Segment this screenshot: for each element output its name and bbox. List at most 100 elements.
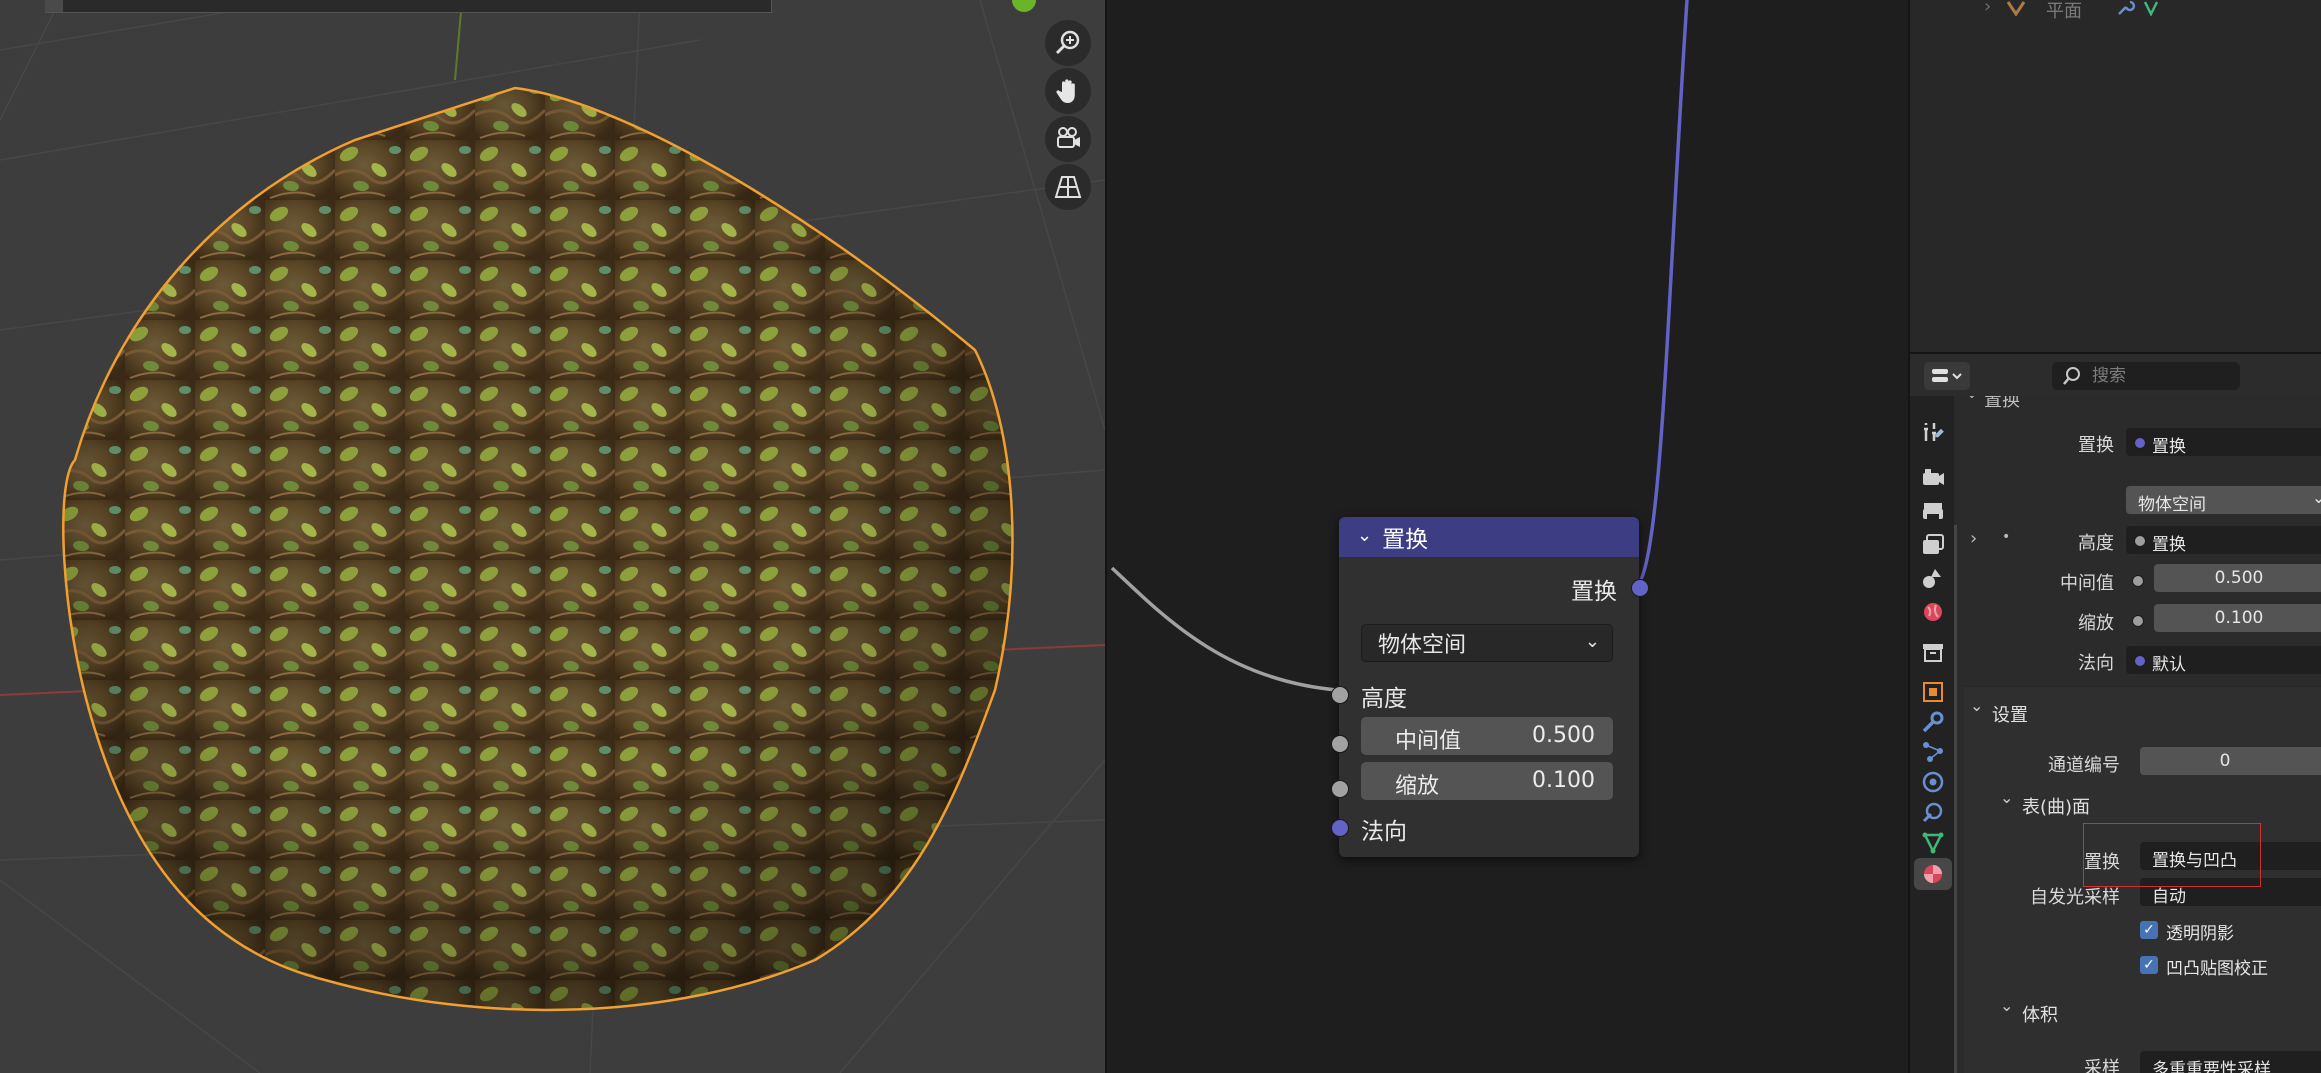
properties-search-input[interactable]: 搜索 xyxy=(2052,362,2240,390)
chevron-down-icon: ⌄ xyxy=(1584,631,1600,652)
pass-index-value: 0 xyxy=(2219,751,2231,771)
tab-object[interactable] xyxy=(1917,676,1949,708)
tab-scene[interactable] xyxy=(1917,562,1949,594)
chevron-down-icon: ⌄ xyxy=(2312,488,2321,507)
object-icon xyxy=(1923,682,1943,702)
properties-scrollbar[interactable] xyxy=(1954,525,1957,1073)
midlevel-value: 0.500 xyxy=(1532,723,1595,748)
midlevel-field[interactable]: 0.500 xyxy=(2154,564,2321,592)
vertex-group-icon[interactable] xyxy=(2142,0,2160,16)
height-link-field[interactable]: 置换 xyxy=(2126,526,2321,555)
tab-view-layer[interactable] xyxy=(1917,529,1949,561)
zoom-button[interactable] xyxy=(1045,20,1091,66)
pass-index-field[interactable]: 0 xyxy=(2140,747,2321,775)
3d-viewport[interactable] xyxy=(0,0,1105,1073)
tab-collection[interactable] xyxy=(1917,636,1949,668)
tab-output[interactable] xyxy=(1917,496,1949,528)
input-midlevel-socket[interactable] xyxy=(1331,735,1349,753)
volume-sampling-value: 多重重要性采样 xyxy=(2152,1060,2271,1073)
tab-material[interactable] xyxy=(1914,858,1952,890)
tab-world[interactable] xyxy=(1917,596,1949,628)
output-displacement-socket[interactable] xyxy=(1631,579,1649,597)
height-input-link xyxy=(1110,566,1338,692)
volume-sampling-select[interactable]: 多重重要性采样 xyxy=(2140,1051,2321,1073)
collapse-chevron-icon[interactable]: ⌄ xyxy=(2000,996,2013,1015)
normal-link-value: 默认 xyxy=(2152,655,2186,675)
pan-button[interactable] xyxy=(1045,68,1091,114)
output-displacement-label: 置换 xyxy=(1571,579,1617,605)
scale-field[interactable]: 缩放 0.100 xyxy=(1361,762,1613,800)
search-placeholder: 搜索 xyxy=(2092,366,2126,386)
displacement-link-field[interactable]: 置换 xyxy=(2126,428,2321,457)
output-printer-icon xyxy=(1923,503,1943,521)
world-icon xyxy=(1924,603,1942,621)
node-title: 置换 xyxy=(1382,527,1429,553)
tab-physics[interactable] xyxy=(1917,766,1949,798)
viewport-header-tab[interactable] xyxy=(45,0,63,12)
height-link-value: 置换 xyxy=(2152,535,2186,555)
tool-icon xyxy=(1924,423,1944,441)
camera-icon xyxy=(1057,127,1080,148)
collapse-chevron-icon[interactable]: ⌄ xyxy=(1966,396,1978,402)
expand-chevron-icon[interactable]: › xyxy=(1984,0,1991,17)
displacement-node[interactable]: ⌄ 置换 置换 物体空间 ⌄ 高度 中间值 0.500 缩放 0.100 法向 xyxy=(1331,517,1649,857)
viewport-header-strip xyxy=(45,0,772,13)
tab-constraints[interactable] xyxy=(1917,796,1949,828)
shader-node-editor[interactable]: ⌄ 置换 置换 物体空间 ⌄ 高度 中间值 0.500 缩放 0.100 法向 xyxy=(1105,0,1908,1073)
input-height-socket[interactable] xyxy=(1331,686,1349,704)
transparent-shadow-checkbox[interactable]: ✓ xyxy=(2140,921,2158,939)
modifier-wrench-icon[interactable] xyxy=(2116,0,2136,16)
scene-icon xyxy=(1923,569,1941,588)
tab-data[interactable] xyxy=(1917,826,1949,858)
perspective-toggle-button[interactable] xyxy=(1045,164,1091,210)
scale-label: 缩放 xyxy=(2078,613,2114,634)
editor-type-button[interactable] xyxy=(1924,362,1970,390)
constraints-icon xyxy=(1922,802,1943,823)
collection-box-icon xyxy=(1923,644,1943,662)
midlevel-value: 0.500 xyxy=(2214,568,2264,588)
midlevel-field[interactable]: 中间值 0.500 xyxy=(1361,717,1613,755)
input-scale-socket[interactable] xyxy=(1331,780,1349,798)
pass-index-label: 通道编号 xyxy=(2048,755,2120,776)
tab-particles[interactable] xyxy=(1917,736,1949,768)
space-dropdown-value: 物体空间 xyxy=(1378,633,1467,658)
scale-field[interactable]: 0.100 xyxy=(2154,604,2321,632)
float-socket-icon xyxy=(2132,615,2144,627)
space-dropdown[interactable]: 物体空间 ⌄ xyxy=(1361,624,1613,662)
hand-pan-icon xyxy=(1056,79,1075,103)
space-select[interactable]: 物体空间 ⌄ xyxy=(2126,486,2321,515)
midlevel-label: 中间值 xyxy=(1395,729,1462,754)
float-socket-icon xyxy=(2134,535,2146,547)
collapse-chevron-icon[interactable]: ⌄ xyxy=(1357,525,1372,546)
outliner-row-plane[interactable]: › 平面 xyxy=(1910,0,2321,22)
displacement-label: 置换 xyxy=(2078,435,2114,456)
volume-subpanel-title[interactable]: 体积 xyxy=(2022,1001,2058,1027)
volume-sampling-label: 采样 xyxy=(2084,1058,2120,1073)
surface-subpanel-title[interactable]: 表(曲)面 xyxy=(2022,793,2090,819)
transparent-shadow-label: 透明阴影 xyxy=(2166,924,2234,944)
tab-tool[interactable] xyxy=(1917,416,1949,448)
properties-header: 搜索 xyxy=(1908,352,2321,398)
normal-link-field[interactable]: 默认 xyxy=(2126,646,2321,675)
height-label: 高度 xyxy=(2078,533,2114,554)
vector-socket-icon xyxy=(2134,655,2146,667)
input-normal-socket[interactable] xyxy=(1331,819,1349,837)
bump-correction-checkbox[interactable]: ✓ xyxy=(2140,956,2158,974)
collapse-chevron-icon[interactable]: ⌄ xyxy=(1970,696,1983,715)
settings-title[interactable]: 设置 xyxy=(1992,701,2028,727)
outliner[interactable]: › 平面 xyxy=(1908,0,2321,352)
expand-chevron-icon[interactable]: › xyxy=(1970,528,1977,549)
tab-render[interactable] xyxy=(1917,461,1949,493)
input-height-label: 高度 xyxy=(1361,686,1407,712)
displacement-node-header[interactable]: ⌄ 置换 xyxy=(1339,517,1639,557)
view-layer-icon xyxy=(1923,534,1944,554)
wrench-icon xyxy=(1922,711,1944,733)
scale-value: 0.100 xyxy=(2214,608,2264,628)
collapse-chevron-icon[interactable]: ⌄ xyxy=(2000,788,2013,807)
displacement-link-value: 置换 xyxy=(2152,437,2186,457)
camera-view-button[interactable] xyxy=(1045,116,1091,162)
particles-icon xyxy=(1923,742,1943,762)
tab-modifiers[interactable] xyxy=(1917,706,1949,738)
material-properties[interactable]: 置换 ⌄ 置换 置换 物体空间 ⌄ › • 高度 置换 中间值 0.500 缩放… xyxy=(1954,396,2321,1073)
rock-mesh[interactable] xyxy=(55,80,1055,1060)
